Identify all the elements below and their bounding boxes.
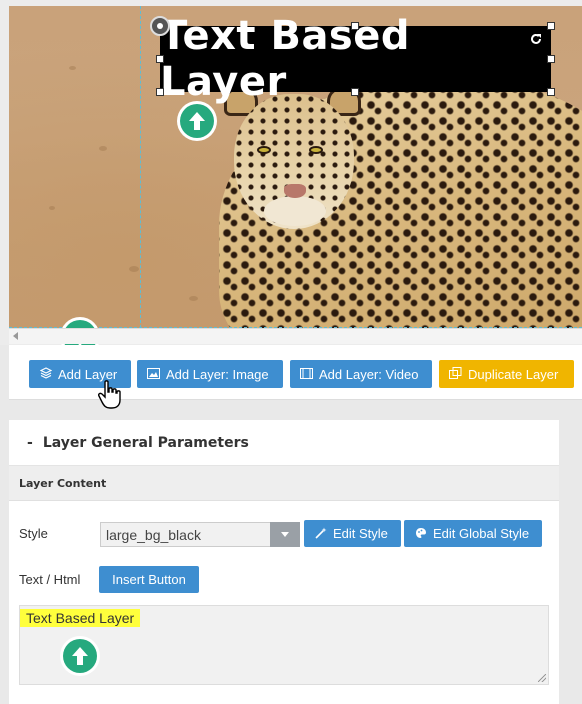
textarea-content: Text Based Layer	[20, 609, 141, 627]
stage-horizontal-scrollbar[interactable]	[9, 328, 582, 344]
layer-toolbar: Add Layer Add Layer: Image Add Layer: Vi…	[9, 345, 582, 400]
resize-handle-bottom-right[interactable]	[547, 88, 555, 96]
edit-global-style-label: Edit Global Style	[433, 526, 530, 541]
insert-button-button[interactable]: Insert Button	[99, 566, 199, 593]
style-label: Style	[19, 526, 48, 541]
panel-header[interactable]: - Layer General Parameters	[9, 420, 559, 466]
resize-grip-icon[interactable]	[538, 674, 546, 682]
vertical-guide-line	[140, 6, 141, 328]
scroll-left-icon[interactable]	[13, 332, 18, 340]
duplicate-layer-button[interactable]: Duplicate Layer	[439, 360, 574, 388]
resize-handle-bottom-left[interactable]	[156, 88, 164, 96]
palette-icon	[414, 527, 427, 541]
layers-icon	[39, 367, 52, 381]
duplicate-icon	[449, 367, 462, 381]
hand-cursor-icon	[98, 380, 124, 410]
section-title: Layer Content	[19, 476, 107, 490]
slider-stage: Text Based Layer	[0, 0, 582, 357]
duplicate-layer-label: Duplicate Layer	[468, 366, 559, 382]
resize-handle-top[interactable]	[351, 22, 359, 30]
resize-handle-top-right[interactable]	[547, 22, 555, 30]
text-html-textarea[interactable]: Text Based Layer	[19, 605, 549, 685]
add-layer-image-button[interactable]: Add Layer: Image	[137, 360, 283, 388]
rotate-icon[interactable]	[529, 32, 543, 46]
layer-general-parameters-panel: - Layer General Parameters Layer Content…	[9, 420, 559, 704]
collapse-icon[interactable]: -	[27, 435, 33, 451]
section-heading: Layer Content	[9, 466, 559, 501]
leopard-muzzle	[264, 196, 326, 226]
leopard-eye	[309, 146, 323, 154]
style-select-value: large_bg_black	[106, 526, 201, 543]
add-layer-video-label: Add Layer: Video	[319, 366, 419, 382]
style-select[interactable]: large_bg_black	[100, 522, 300, 547]
page-scroll-gutter	[565, 420, 582, 704]
layer-anchor-icon[interactable]	[150, 16, 170, 36]
film-icon	[300, 367, 313, 381]
edit-style-button[interactable]: Edit Style	[304, 520, 401, 547]
add-layer-video-button[interactable]: Add Layer: Video	[290, 360, 432, 388]
add-layer-image-label: Add Layer: Image	[166, 366, 269, 382]
arrow-up-icon	[177, 101, 217, 141]
image-icon	[147, 367, 160, 381]
resize-handle-left[interactable]	[156, 55, 164, 63]
leopard-nose	[284, 184, 306, 198]
edit-global-style-button[interactable]: Edit Global Style	[404, 520, 542, 547]
resize-handle-right[interactable]	[547, 55, 555, 63]
text-html-label: Text / Html	[19, 572, 81, 587]
arrow-up-icon	[60, 636, 100, 676]
leopard-eye	[257, 146, 271, 154]
chevron-down-icon[interactable]	[270, 522, 300, 547]
text-layer[interactable]: Text Based Layer	[160, 13, 551, 105]
insert-button-label: Insert Button	[112, 572, 186, 587]
edit-style-label: Edit Style	[333, 526, 388, 541]
panel-title: Layer General Parameters	[42, 434, 249, 451]
magic-wand-icon	[314, 527, 327, 541]
resize-handle-bottom[interactable]	[351, 88, 359, 96]
